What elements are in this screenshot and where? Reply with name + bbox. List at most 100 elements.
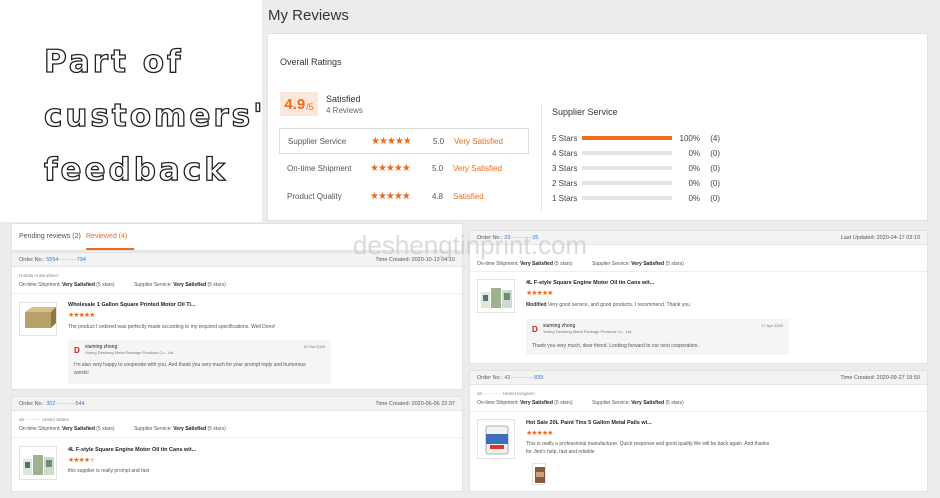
dimension-row-product-quality[interactable]: Product Quality ★★★★★ 4.8 Satisfied (279, 183, 529, 209)
service-value: Very Satisfied (173, 282, 207, 288)
order-card: Order No.: 42·············839 Time Creat… (469, 370, 928, 492)
review-count: 4 Reviews (326, 106, 363, 115)
shipment-label: On-time Shipment: (19, 282, 63, 288)
product-rating-stars: ★★★★★ (68, 456, 95, 464)
order-scores: On-time Shipment: Very Satisfied (5 star… (19, 282, 226, 288)
dimension-value: 4.8 (432, 191, 444, 201)
dimension-text: Very Satisfied (453, 163, 502, 173)
bar-fill (582, 136, 672, 140)
dimension-text: Satisfied (453, 191, 484, 201)
stars-off: ★ (89, 457, 95, 464)
overall-ratings-title: Overall Ratings (280, 57, 342, 67)
bar-count: (0) (710, 193, 720, 203)
stars-on: ★★★★★ (526, 430, 553, 437)
review-comment: The product I ordered was perfectly made… (68, 324, 276, 330)
order-header: Order No.: 302···········544 Time Create… (12, 397, 462, 411)
product-rating-stars: ★★★★★ (526, 429, 553, 437)
product-rating-stars: ★★★★★ (526, 289, 553, 297)
bar-label: 2 Stars (552, 178, 578, 188)
product-title[interactable]: Wholesale 1 Gallon Square Printed Motor … (68, 302, 196, 308)
reply-company: Yiwing Desheng Metal Package Products Co… (543, 329, 633, 334)
modified-label: Modified (526, 302, 547, 308)
product-title[interactable]: Hot Sale 20L Paint Tins 5 Gallon Metal P… (526, 420, 652, 426)
bar-percent: 0% (688, 178, 700, 188)
order-number[interactable]: Order No.: 42·············839 (477, 375, 543, 381)
dimension-name: Product Quality (287, 191, 342, 201)
hero-panel: Part of customers' feedback (0, 0, 263, 222)
bar-count: (0) (710, 178, 720, 188)
service-label: Supplier Service: (134, 426, 174, 432)
score-value: 4.9 (284, 95, 306, 113)
service-stars: (5 stars) (207, 282, 226, 288)
star-bar-row-3: 3 Stars 0% (0) (552, 161, 742, 175)
divider (12, 293, 462, 294)
order-time: Time Created: 2020-06-06 22:37 (375, 401, 455, 407)
order-number[interactable]: Order No.: 302···········544 (19, 401, 85, 407)
bar-percent: 100% (679, 133, 700, 143)
service-value: Very Satisfied (173, 426, 207, 432)
order-no-label: Order No.: (477, 375, 503, 381)
stars-on: ★★★★ (68, 457, 90, 464)
page-title: My Reviews (268, 7, 349, 24)
product-title[interactable]: 4L F-style Square Engine Motor Oil tin C… (68, 447, 196, 453)
comment-text: Very good service, and good products. I … (547, 302, 690, 308)
shipment-stars: (5 stars) (554, 261, 573, 267)
buyer-name: ah············· United Kingdom (477, 391, 535, 396)
product-title[interactable]: 4L F-style Square Engine Motor Oil tin C… (526, 280, 654, 286)
bar-percent: 0% (688, 148, 700, 158)
bar-label: 1 Stars (552, 193, 578, 203)
watermark: deshengtinprint.com (352, 230, 588, 260)
star-bar-row-4: 4 Stars 0% (0) (552, 146, 742, 160)
company-logo-icon: D (74, 346, 80, 355)
star-bar-row-2: 2 Stars 0% (0) (552, 176, 742, 190)
divider (12, 437, 462, 438)
supplier-service-title: Supplier Service (552, 107, 618, 117)
stars-on: ★★★★★ (526, 290, 553, 297)
product-thumbnail[interactable] (477, 279, 515, 313)
bar-track (582, 166, 672, 170)
service-stars: (5 stars) (665, 400, 684, 406)
bar-count: (0) (710, 148, 720, 158)
review-comment: this supplier is really prompt and fast (68, 468, 150, 474)
dimension-row-supplier-service[interactable]: Supplier Service ★★★★★ 5.0 Very Satisfie… (279, 128, 529, 154)
reply-company: Yiwing Desheng Metal Package Products Co… (85, 350, 175, 355)
shipment-value: Very Satisfied (62, 282, 95, 288)
order-no-link[interactable]: 42·············839 (504, 375, 543, 381)
reply-text: Thank you very much, dear friend. Lookin… (532, 343, 699, 349)
order-scores: On-time Shipment: Very Satisfied (5 star… (19, 426, 226, 432)
star-bar-row-5: 5 Stars 100% (4) (552, 131, 742, 145)
dimension-name: On-time Shipment (287, 163, 352, 173)
bar-track (582, 136, 672, 140)
hero-line-1: Part of (43, 43, 184, 80)
star-bar-row-1: 1 Stars 0% (0) (552, 191, 742, 205)
dimension-row-on-time-shipment[interactable]: On-time Shipment ★★★★★ 5.0 Very Satisfie… (279, 155, 529, 181)
service-label: Supplier Service: (592, 400, 632, 406)
dimension-stars: ★★★★★ (371, 135, 412, 147)
dimension-value: 5.0 (433, 136, 445, 146)
dimension-stars: ★★★★★ (370, 162, 411, 174)
buyer-name: ab··········· United States (19, 417, 69, 422)
bar-label: 5 Stars (552, 133, 578, 143)
order-no-link[interactable]: 302···········544 (46, 401, 85, 407)
shipment-value: Very Satisfied (520, 261, 553, 267)
product-thumbnail[interactable] (19, 446, 57, 480)
service-stars: (5 stars) (207, 426, 226, 432)
order-time: Time Created: 2020-09-27 19:50 (840, 375, 920, 381)
order-header: Order No.: 42·············839 Time Creat… (470, 371, 927, 385)
product-thumbnail[interactable] (19, 302, 57, 336)
review-photo[interactable] (532, 463, 546, 485)
reply-text: I'm also very happy to cooperate with yo… (74, 362, 306, 376)
shipment-value: Very Satisfied (62, 426, 95, 432)
bar-percent: 0% (688, 163, 700, 173)
supplier-reply: D xiuming zhong Yiwing Desheng Metal Pac… (526, 319, 789, 355)
shipment-stars: (5 stars) (96, 282, 115, 288)
shipment-label: On-time Shipment: (477, 400, 521, 406)
hero-line-2: customers' (43, 97, 266, 134)
bar-count: (4) (710, 133, 720, 143)
service-value: Very Satisfied (631, 400, 665, 406)
bar-count: (0) (710, 163, 720, 173)
product-thumbnail[interactable] (477, 419, 515, 459)
divider (470, 271, 927, 272)
bar-percent: 0% (688, 193, 700, 203)
product-rating-stars: ★★★★★ (68, 311, 95, 319)
